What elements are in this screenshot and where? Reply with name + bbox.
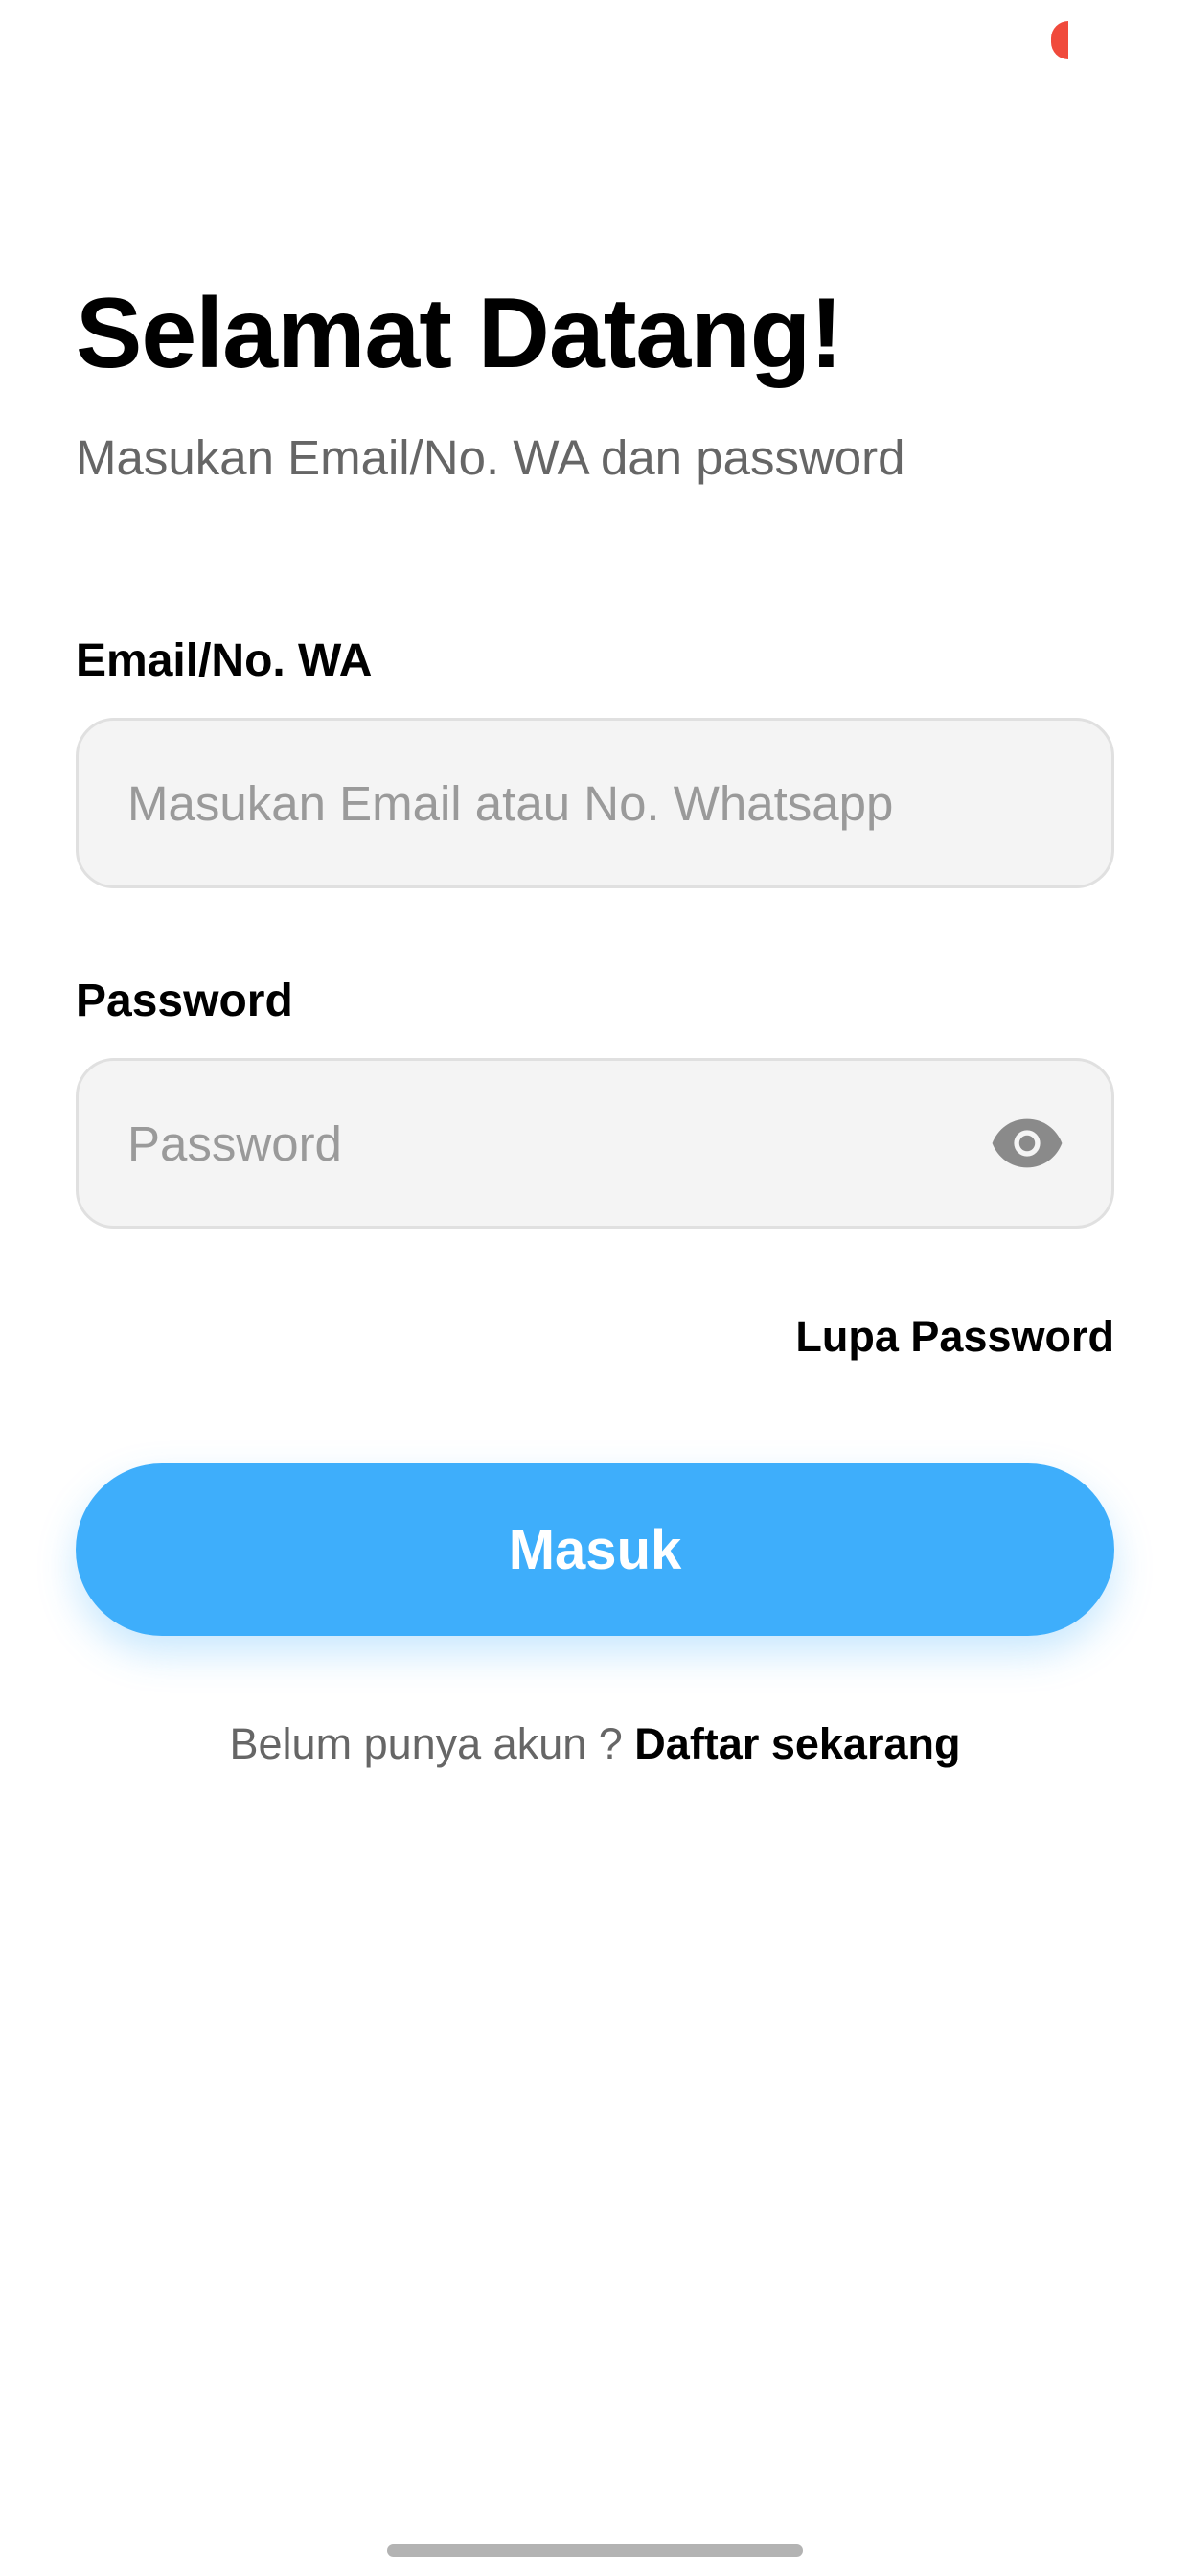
password-label: Password — [76, 976, 293, 1026]
email-input[interactable] — [127, 721, 990, 886]
password-input[interactable] — [127, 1061, 990, 1226]
email-label: Email/No. WA — [76, 635, 373, 686]
eye-icon[interactable] — [991, 1117, 1064, 1169]
signup-prompt: Belum punya akun ? — [229, 1719, 635, 1768]
home-indicator[interactable] — [387, 2544, 803, 2557]
login-button[interactable]: Masuk — [76, 1463, 1114, 1636]
signup-link[interactable]: Daftar sekarang — [634, 1719, 960, 1768]
email-field-container[interactable] — [76, 718, 1114, 888]
page-subtitle: Masukan Email/No. WA dan password — [76, 430, 905, 485]
forgot-password-link[interactable]: Lupa Password — [795, 1315, 1114, 1358]
page-title: Selamat Datang! — [76, 278, 843, 389]
signup-row: Belum punya akun ? Daftar sekarang — [0, 1722, 1190, 1765]
status-indicator-dot — [1051, 21, 1068, 59]
password-field-container[interactable] — [76, 1058, 1114, 1229]
